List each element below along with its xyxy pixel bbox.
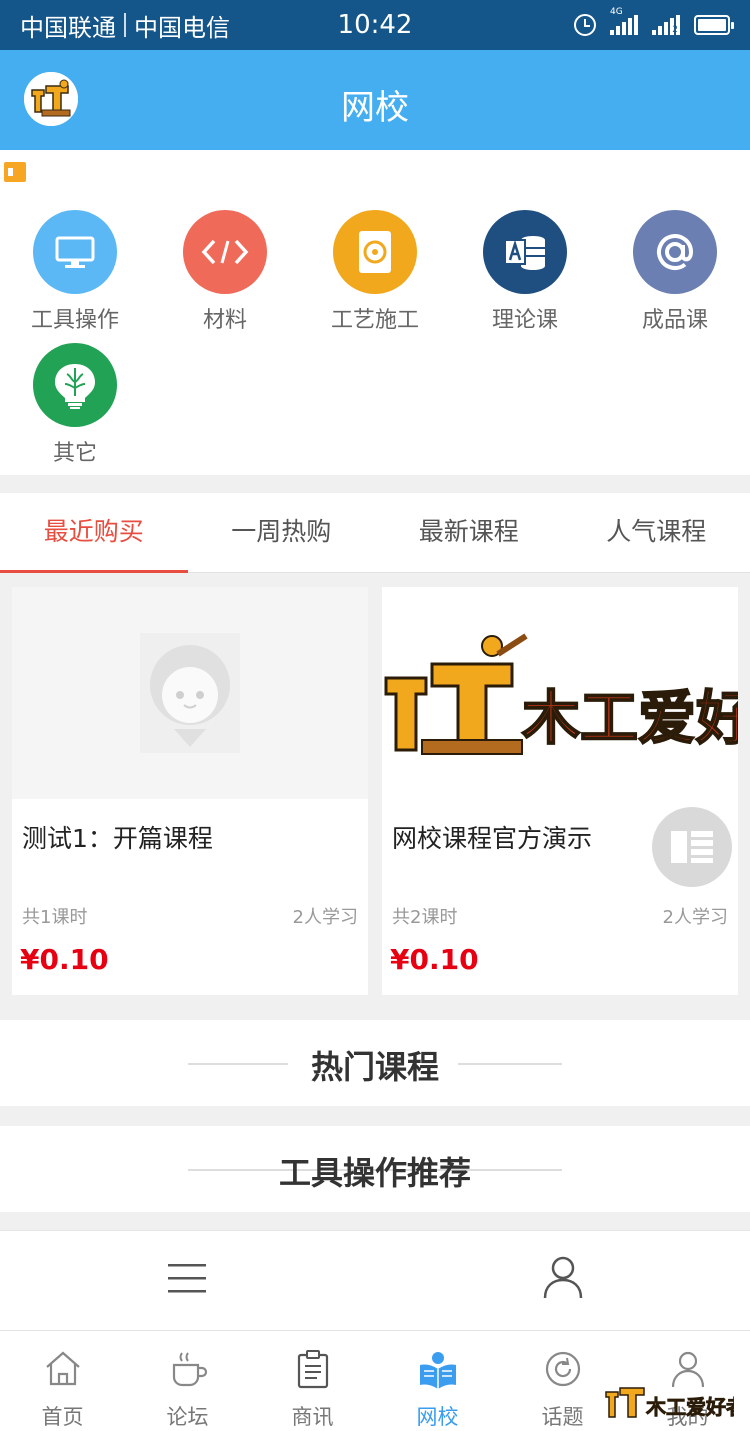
section-title: 工具操作推荐 — [278, 1154, 471, 1192]
brand-banner-logo: 木工爱好者 — [384, 633, 738, 755]
hot-courses-section: 热门课程 — [0, 1020, 750, 1106]
placeholder-mascot-icon — [140, 633, 240, 753]
quick-action-bar — [0, 1230, 750, 1330]
watermark-logo: 木工爱好者 — [604, 1382, 746, 1422]
course-price: ¥0.10 — [390, 943, 479, 976]
course-learner-count: 2人学习 — [292, 907, 358, 928]
tools-recommend-section: 工具操作推荐 — [0, 1126, 750, 1212]
disc-icon — [333, 210, 417, 294]
tabbar-item-news[interactable]: 商讯 — [250, 1331, 375, 1431]
brain-bulb-icon — [33, 343, 117, 427]
tabbar-label: 论坛 — [166, 1405, 209, 1429]
category-label: 成品课 — [641, 308, 708, 333]
network-type: 4G — [610, 7, 623, 17]
coffee-cup-icon — [125, 1349, 250, 1389]
sim2-marker: 2 — [672, 25, 678, 35]
tabbar-item-forum[interactable]: 论坛 — [125, 1331, 250, 1431]
course-card[interactable]: 木工爱好者 网校课程官方演示 共2课时 2人学习 ¥0.10 — [382, 587, 738, 995]
profile-icon[interactable] — [542, 1255, 584, 1299]
tab-popular[interactable]: 人气课程 — [563, 493, 750, 572]
section-divider-right — [458, 1063, 562, 1065]
page-title: 网校 — [341, 88, 409, 128]
banner-text: 木工爱好者 — [522, 684, 738, 752]
code-icon — [183, 210, 267, 294]
category-materials[interactable]: 材料 — [150, 210, 300, 334]
category-label: 工具操作 — [30, 308, 119, 333]
watermark-text: 木工爱好者 — [645, 1395, 734, 1419]
signal-1-icon — [610, 15, 638, 35]
category-craft[interactable]: 工艺施工 — [300, 210, 450, 334]
course-price: ¥0.10 — [20, 943, 109, 976]
alarm-icon — [574, 14, 596, 36]
course-learner-count: 2人学习 — [662, 907, 728, 928]
tab-recent-purchase[interactable]: 最近购买 — [0, 493, 188, 573]
carrier-2: 中国电信 — [134, 13, 230, 42]
office-doc-icon — [483, 210, 567, 294]
course-card[interactable]: 测试1：开篇课程 共1课时 2人学习 ¥0.10 — [12, 587, 368, 995]
tabbar-item-school[interactable]: 网校 — [375, 1331, 500, 1431]
category-finished[interactable]: 成品课 — [600, 210, 750, 334]
category-tools[interactable]: 工具操作 — [0, 210, 150, 334]
course-lesson-count: 共2课时 — [392, 907, 458, 928]
category-label: 材料 — [202, 308, 247, 333]
tabbar-label: 网校 — [416, 1405, 459, 1429]
tabbar-item-home[interactable]: 首页 — [0, 1331, 125, 1431]
category-label: 工艺施工 — [330, 308, 419, 333]
category-label: 理论课 — [491, 308, 558, 333]
book-reader-icon — [375, 1349, 500, 1389]
home-icon — [0, 1349, 125, 1389]
course-tabs: 最近购买 一周热购 最新课程 人气课程 — [0, 493, 750, 573]
app-header: 网校 — [0, 50, 750, 150]
clipboard-icon — [250, 1349, 375, 1389]
course-title: 测试1：开篇课程 — [22, 824, 213, 853]
category-theory[interactable]: 理论课 — [450, 210, 600, 334]
category-label: 其它 — [52, 441, 97, 466]
carrier-1: 中国联通 — [20, 13, 116, 42]
course-thumbnail: 木工爱好者 — [382, 587, 738, 799]
battery-icon — [694, 15, 734, 35]
menu-icon[interactable] — [168, 1263, 206, 1293]
category-panel: 工具操作 材料 工艺施工 理论课 成品课 其它 — [0, 150, 750, 475]
course-title: 网校课程官方演示 — [392, 824, 593, 853]
announcement-speaker-icon[interactable] — [4, 162, 26, 182]
at-icon — [633, 210, 717, 294]
list-layout-icon — [652, 807, 732, 887]
tab-weekly-hot[interactable]: 一周热购 — [188, 493, 376, 572]
tabbar-label: 商讯 — [291, 1405, 334, 1429]
carrier-divider — [124, 13, 126, 37]
section-title: 热门课程 — [310, 1048, 439, 1086]
tabbar-label: 首页 — [41, 1405, 84, 1429]
monitor-icon — [33, 210, 117, 294]
course-lesson-count: 共1课时 — [22, 907, 88, 928]
tab-newest[interactable]: 最新课程 — [375, 493, 563, 572]
status-bar: 中国联通 中国电信 10:42 4G 2 — [0, 0, 750, 50]
category-other[interactable]: 其它 — [0, 343, 150, 467]
course-thumbnail — [12, 587, 368, 799]
